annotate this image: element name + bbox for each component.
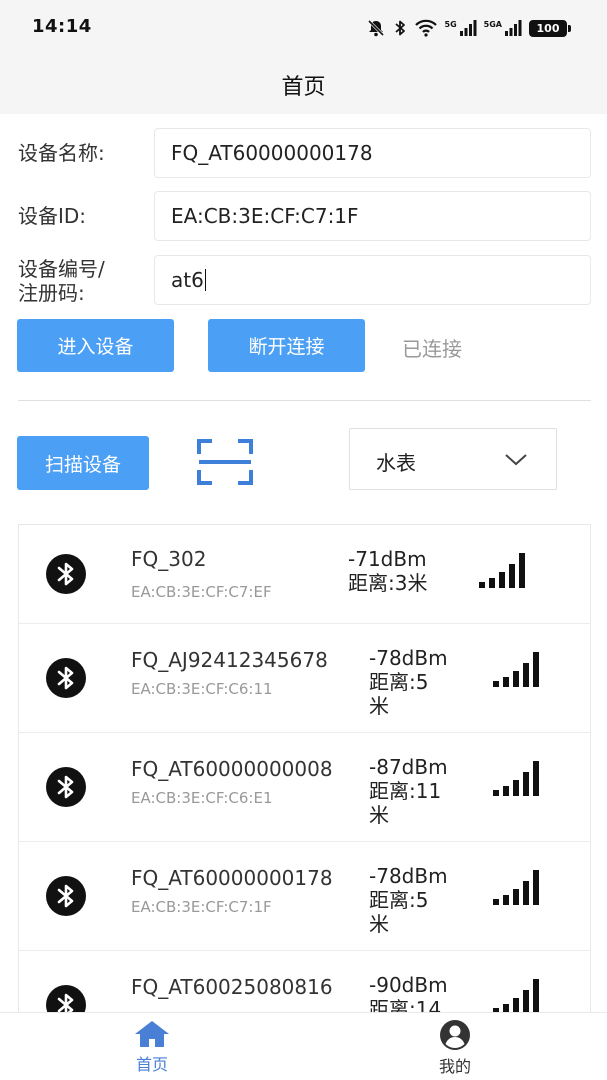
network-label-2: 5GA: [483, 19, 502, 29]
device-distance-unit: 米: [369, 912, 389, 936]
signal-strength-icon: [493, 761, 545, 801]
device-mac: EA:CB:3E:CF:C6:11: [131, 680, 273, 698]
page-title: 首页: [281, 75, 326, 100]
device-list-item[interactable]: FQ_AJ92412345678 EA:CB:3E:CF:C6:11 -78dBm 距…: [19, 624, 590, 733]
device-id-input[interactable]: EA:CB:3E:CF:C7:1F: [154, 191, 591, 241]
device-distance: 距离:14: [369, 997, 442, 1012]
scan-devices-button[interactable]: 扫描设备: [17, 436, 149, 490]
bluetooth-icon: [46, 554, 86, 594]
device-signal-info: -87dBm 距离:11 米: [369, 755, 467, 827]
signal-strength-icon: [479, 553, 531, 593]
tab-mine-label: 我的: [438, 1057, 471, 1076]
device-rssi: -87dBm: [369, 755, 448, 779]
device-code-label-line2: 注册码:: [18, 281, 85, 305]
mute-icon: [366, 18, 386, 38]
device-list-item[interactable]: FQ_AT60000000178 EA:CB:3E:CF:C7:1F -78dBm 距…: [19, 842, 590, 951]
bluetooth-icon: [46, 658, 86, 698]
status-bar: 14:14 5G 5GA 100: [0, 0, 607, 56]
bluetooth-icon: [393, 18, 407, 38]
device-mac: EA:CB:3E:CF:C6:E1: [131, 789, 273, 807]
signal-strength-icon: [493, 652, 545, 692]
chevron-down-icon: [505, 454, 527, 466]
device-name-value: FQ_AT60000000178: [171, 141, 373, 165]
device-code-label-line1: 设备编号/: [18, 257, 105, 281]
tab-home[interactable]: 首页: [92, 1019, 212, 1075]
wifi-icon: [414, 19, 438, 37]
device-type-select[interactable]: 水表: [349, 428, 557, 490]
device-code-value: at6: [171, 268, 204, 292]
device-list: FQ_302 EA:CB:3E:CF:C7:EF -71dBm 距离:3米 FQ_AJ9…: [18, 524, 591, 1012]
signal-icon: [504, 20, 522, 36]
network-label-1: 5G: [444, 19, 457, 29]
text-cursor: [204, 269, 207, 291]
device-signal-info: -90dBm 距离:14: [369, 973, 467, 1012]
device-name: FQ_AT60025080816: [131, 975, 333, 999]
enter-device-button[interactable]: 进入设备: [17, 319, 174, 372]
device-name: FQ_AJ92412345678: [131, 648, 328, 672]
device-distance: 距离:5: [369, 670, 429, 694]
device-signal-info: -71dBm 距离:3米: [348, 547, 458, 595]
bluetooth-icon: [46, 985, 86, 1012]
device-distance-unit: 米: [369, 803, 389, 827]
device-list-item[interactable]: FQ_302 EA:CB:3E:CF:C7:EF -71dBm 距离:3米: [19, 525, 590, 624]
status-time: 14:14: [32, 16, 92, 37]
device-rssi: -71dBm: [348, 547, 427, 571]
header: 首页: [0, 56, 607, 114]
device-id-label: 设备ID:: [18, 204, 87, 228]
device-name: FQ_302: [131, 547, 207, 571]
device-name: FQ_AT60000000008: [131, 757, 333, 781]
device-rssi: -78dBm: [369, 864, 448, 888]
tab-home-label: 首页: [135, 1055, 168, 1074]
device-signal-info: -78dBm 距离:5 米: [369, 864, 467, 936]
device-mac: EA:CB:3E:CF:C7:EF: [131, 583, 272, 601]
device-mac: EA:CB:3E:CF:C7:1F: [131, 898, 272, 916]
tab-mine[interactable]: 我的: [395, 1019, 515, 1077]
disconnect-button[interactable]: 断开连接: [208, 319, 365, 372]
user-icon: [440, 1020, 470, 1050]
device-id-value: EA:CB:3E:CF:C7:1F: [171, 204, 359, 228]
device-distance-unit: 米: [369, 694, 389, 718]
device-distance: 距离:3米: [348, 571, 428, 595]
bluetooth-icon: [46, 767, 86, 807]
device-distance: 距离:11: [369, 779, 442, 803]
qr-scan-icon[interactable]: [196, 438, 254, 490]
signal-strength-icon: [493, 979, 545, 1012]
connection-status: 已连接: [402, 337, 462, 361]
device-distance: 距离:5: [369, 888, 429, 912]
device-rssi: -90dBm: [369, 973, 448, 997]
device-list-item[interactable]: FQ_AT60000000008 EA:CB:3E:CF:C6:E1 -87dBm 距…: [19, 733, 590, 842]
device-rssi: -78dBm: [369, 646, 448, 670]
device-code-input[interactable]: at6: [154, 255, 591, 305]
battery-icon: 100: [529, 19, 571, 37]
device-name: FQ_AT60000000178: [131, 866, 333, 890]
device-name-input[interactable]: FQ_AT60000000178: [154, 128, 591, 178]
signal-icon: [459, 20, 477, 36]
tab-bar: 首页 我的: [0, 1012, 607, 1080]
bluetooth-icon: [46, 876, 86, 916]
device-signal-info: -78dBm 距离:5 米: [369, 646, 467, 718]
device-list-item[interactable]: FQ_AT60025080816 -90dBm 距离:14: [19, 951, 590, 1012]
device-name-label: 设备名称:: [18, 141, 105, 165]
home-icon: [135, 1021, 169, 1047]
divider: [18, 400, 591, 401]
device-type-value: 水表: [376, 451, 416, 475]
status-icons: 5G 5GA 100: [366, 16, 571, 40]
signal-strength-icon: [493, 870, 545, 910]
